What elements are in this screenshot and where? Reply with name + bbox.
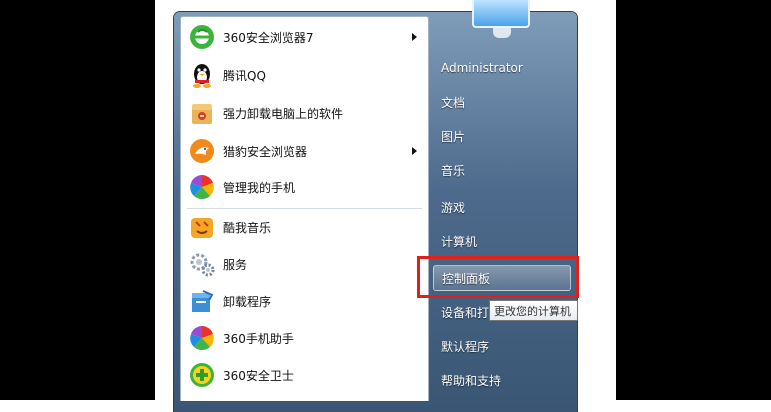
program-item-kuwo-music[interactable]: 酷我音乐 [187,211,423,243]
place-label: 游戏 [441,200,466,215]
360-phone-assistant-icon [187,323,217,353]
cheetah-browser-icon [187,136,217,166]
program-item-uninstall-program[interactable]: 卸载程序 [187,285,423,317]
phone-manager-icon [187,172,217,202]
place-label: 设备和打 [441,305,490,320]
services-gears-icon [187,249,217,279]
uninstall-program-icon [187,286,217,316]
place-item-help-support[interactable]: 帮助和支持 [433,367,571,393]
program-item-phone-manager[interactable]: 管理我的手机 [187,171,423,203]
place-label: 计算机 [441,234,478,249]
place-label: 默认程序 [441,339,490,354]
tooltip-text: 更改您的计算机 [494,304,571,318]
programs-pane: 360安全浏览器7 腾讯QQ 强力卸载电脑上的软件 猎豹安全浏览器 管理我的手机… [180,16,429,401]
place-item-documents[interactable]: 文档 [433,89,571,115]
program-item-360-security-guard[interactable]: 360安全卫士 [187,359,423,391]
place-label: Administrator [441,61,523,75]
place-label: 帮助和支持 [441,373,502,388]
program-label: 360安全浏览器7 [223,30,314,45]
program-label: 强力卸载电脑上的软件 [223,106,344,121]
uninstall-box-icon [187,98,217,128]
letterbox-left [0,0,155,400]
program-item-force-uninstall[interactable]: 强力卸载电脑上的软件 [187,97,423,129]
program-label: 管理我的手机 [223,180,296,195]
program-item-360-phone-assistant[interactable]: 360手机助手 [187,322,423,354]
program-item-qq[interactable]: 腾讯QQ [187,59,423,91]
place-label: 文档 [441,95,466,110]
place-label: 音乐 [441,163,466,178]
program-item-cheetah-browser[interactable]: 猎豹安全浏览器 [187,135,423,167]
program-label: 卸载程序 [223,294,272,309]
place-item-administrator[interactable]: Administrator [433,55,571,81]
360-security-guard-icon [187,360,217,390]
program-item-360-browser[interactable]: 360安全浏览器7 [187,21,423,53]
place-item-pictures[interactable]: 图片 [433,123,571,149]
control-panel-tooltip: 更改您的计算机 [489,300,578,321]
programs-divider [187,208,422,209]
program-label: 酷我音乐 [223,220,272,235]
program-label: 360安全卫士 [223,368,294,383]
qq-penguin-icon [187,60,217,90]
kuwo-music-icon [187,212,217,242]
program-label: 服务 [223,257,248,272]
letterbox-right [616,0,771,400]
place-item-computer[interactable]: 计算机 [433,228,571,254]
program-label: 360手机助手 [223,331,294,346]
place-item-default-programs[interactable]: 默认程序 [433,333,571,359]
places-pane: Administrator 文档 图片 音乐 游戏 计算机 控制面板 设备和打 … [427,12,577,400]
program-label: 腾讯QQ [223,68,266,83]
submenu-arrow-icon [412,33,417,41]
place-item-music[interactable]: 音乐 [433,157,571,183]
highlight-annotation-box [417,256,579,298]
360-browser-icon [187,22,217,52]
place-label: 图片 [441,129,466,144]
place-item-games[interactable]: 游戏 [433,194,571,220]
program-item-services[interactable]: 服务 [187,248,423,280]
program-label: 猎豹安全浏览器 [223,144,308,159]
submenu-arrow-icon [412,147,417,155]
